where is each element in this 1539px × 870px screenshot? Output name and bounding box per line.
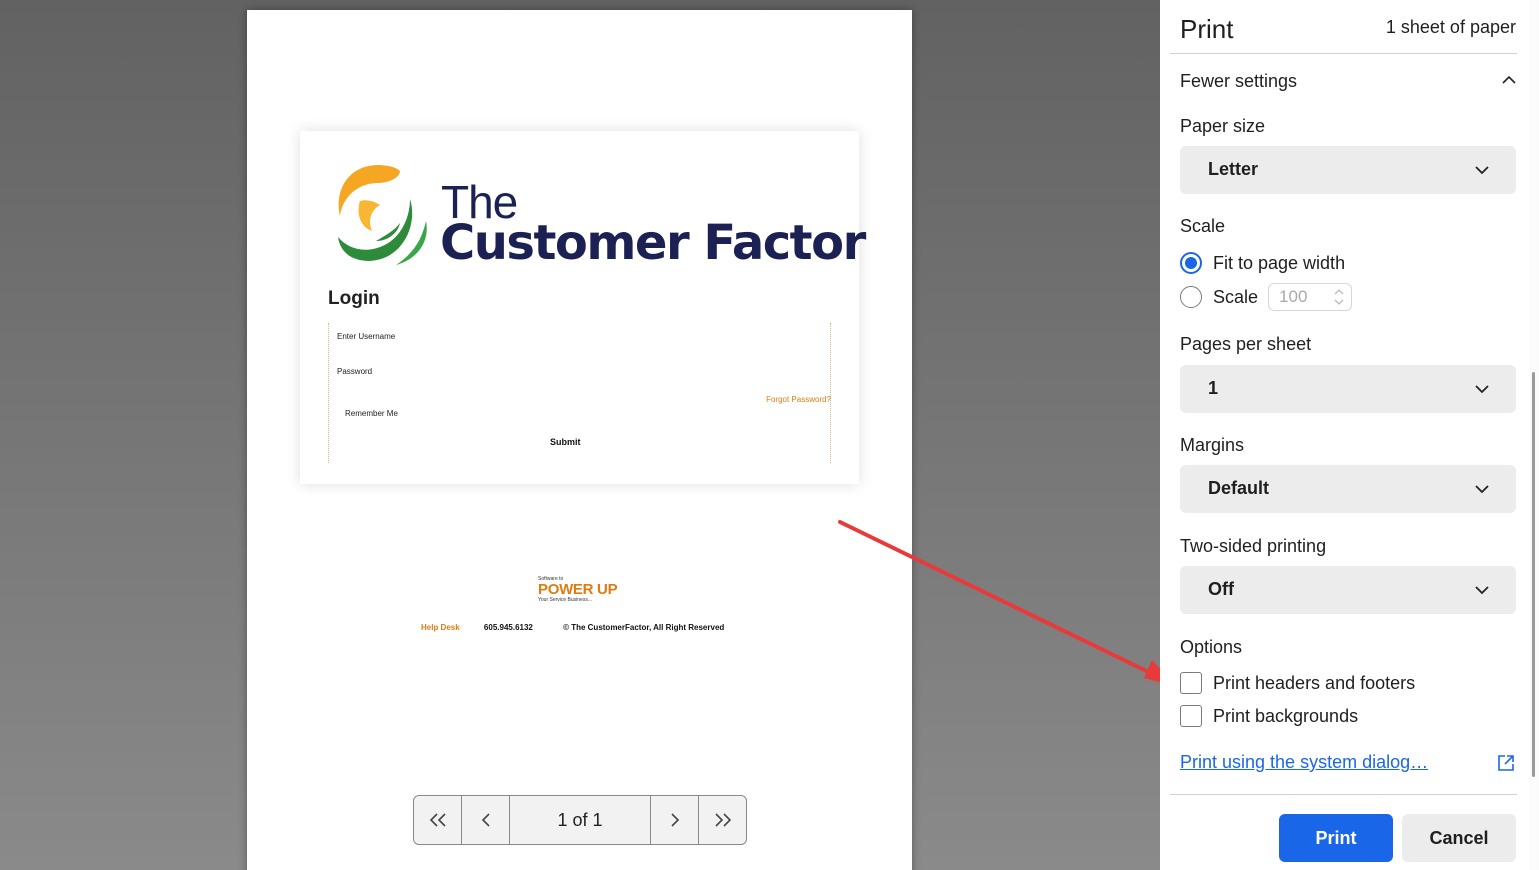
print-headers-footers-checkbox[interactable] [1180,672,1202,694]
preview-page: The Customer Factor Login Enter Username… [247,10,912,870]
page-indicator: 1 of 1 [557,809,603,830]
fewer-settings-toggle[interactable]: Fewer settings [1180,71,1297,92]
last-page-button[interactable] [698,796,746,844]
cancel-button[interactable]: Cancel [1402,814,1516,862]
copyright-text: © The CustomerFactor, All Right Reserved [563,623,725,632]
phone-number: 605.945.6132 [483,623,533,632]
system-dialog-link[interactable]: Print using the system dialog… [1180,752,1428,773]
print-headers-footers-label: Print headers and footers [1213,672,1416,693]
annotation-arrow-icon [838,520,1178,687]
login-heading: Login [328,288,380,309]
two-sided-value: Off [1208,579,1234,599]
fit-to-page-width-radio[interactable] [1180,252,1202,274]
options-label: Options [1180,637,1243,657]
panel-title: Print [1180,14,1234,44]
sheet-count: 1 sheet of paper [1385,17,1516,37]
spinner-arrows-icon[interactable] [1333,287,1345,307]
login-card: The Customer Factor Login Enter Username… [300,131,866,484]
print-backgrounds-label: Print backgrounds [1213,705,1359,726]
chevron-right-icon [670,813,679,827]
field-border-right [830,323,831,463]
divider [1170,794,1517,795]
paper-size-label: Paper size [1180,116,1266,136]
first-page-button[interactable] [414,796,462,844]
custom-scale-radio[interactable] [1180,286,1202,308]
two-sided-select[interactable]: Off [1180,566,1516,614]
divider [1170,53,1517,54]
chevron-down-icon [1475,166,1489,175]
field-border-left [328,323,329,463]
customer-factor-logo-icon [338,165,427,265]
print-backgrounds-checkbox[interactable] [1180,705,1202,727]
power-up-title: POWER UP [538,581,618,598]
scale-input-value: 100 [1279,287,1308,306]
power-up-logo: Software to POWER UP Your Service Busine… [538,576,628,603]
print-button[interactable]: Print [1279,814,1393,862]
chevron-down-icon [1475,485,1489,494]
custom-scale-label: Scale [1213,286,1259,307]
print-headers-footers-option[interactable]: Print headers and footers [1180,672,1415,694]
pages-per-sheet-select[interactable]: 1 [1180,365,1516,413]
scale-input[interactable]: 100 [1268,283,1353,311]
forgot-password-link: Forgot Password? [766,395,831,404]
password-field: Password [337,367,373,376]
fit-to-page-width-option[interactable]: Fit to page width [1180,252,1345,274]
print-preview-area: The Customer Factor Login Enter Username… [0,0,1160,870]
next-page-button[interactable] [650,796,698,844]
scrollbar-thumb[interactable] [1532,372,1535,777]
username-field: Enter Username [337,332,396,341]
logo-text-customer-factor: Customer Factor [440,215,866,271]
scale-label: Scale [1180,216,1226,236]
chevron-down-icon [1475,586,1489,595]
pages-per-sheet-label: Pages per sheet [1180,334,1312,354]
pages-per-sheet-value: 1 [1208,378,1219,398]
remember-me-checkbox: Remember Me [345,409,398,418]
previous-page-button[interactable] [462,796,510,844]
chevron-up-icon[interactable] [1501,72,1517,88]
custom-scale-option[interactable]: Scale 100 [1180,283,1353,311]
submit-button: Submit [550,437,581,447]
page-navigator: 1 of 1 [413,795,747,845]
margins-select[interactable]: Default [1180,465,1516,513]
help-desk-link: Help Desk [421,623,460,632]
two-sided-label: Two-sided printing [1180,536,1327,556]
preview-footer: Help Desk 605.945.6132 © The CustomerFac… [421,623,724,632]
chevron-left-icon [481,813,490,827]
print-backgrounds-option[interactable]: Print backgrounds [1180,705,1358,727]
paper-size-select[interactable]: Letter [1180,146,1516,194]
margins-value: Default [1208,478,1270,498]
double-chevron-left-icon [429,813,446,827]
chevron-down-icon [1475,385,1489,394]
external-link-icon[interactable] [1497,754,1515,772]
double-chevron-right-icon [714,813,731,827]
margins-label: Margins [1180,435,1245,455]
print-settings-panel: Print 1 sheet of paper Fewer settings Pa… [1160,0,1539,870]
paper-size-value: Letter [1208,159,1259,179]
fit-to-page-width-label: Fit to page width [1213,252,1346,273]
